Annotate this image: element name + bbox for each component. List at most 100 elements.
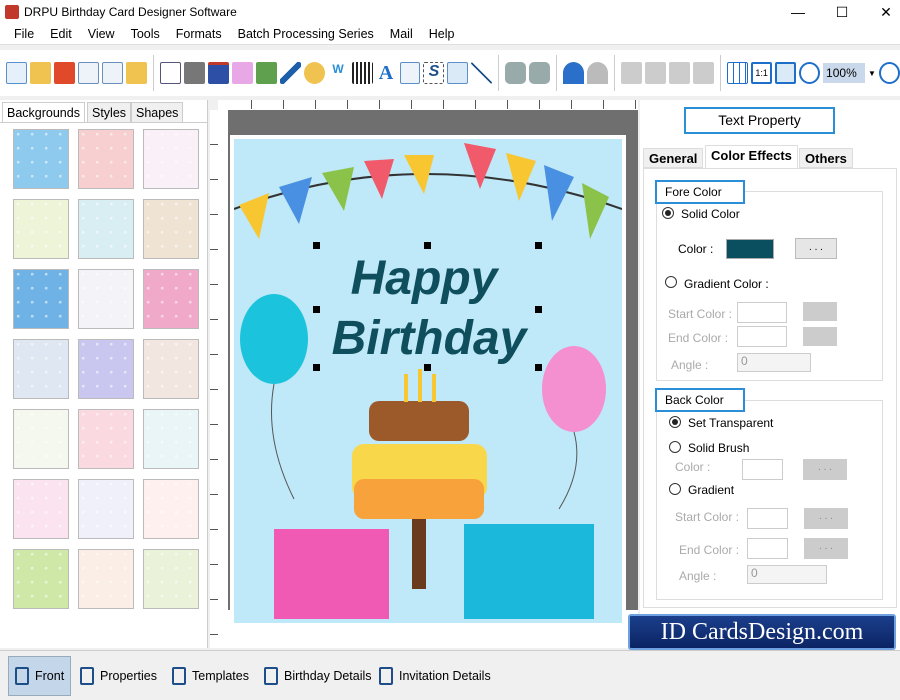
zoom-out-icon[interactable] bbox=[878, 62, 900, 84]
save-icon[interactable] bbox=[77, 62, 99, 84]
tab-shapes[interactable]: Shapes bbox=[131, 102, 184, 123]
fit-window-icon[interactable] bbox=[775, 62, 797, 84]
mail-icon[interactable] bbox=[447, 62, 469, 84]
close-file-icon[interactable] bbox=[53, 62, 75, 84]
background-thumbnail[interactable] bbox=[143, 549, 199, 609]
gradient-color-radio[interactable] bbox=[665, 276, 677, 288]
minimize-button[interactable]: — bbox=[776, 0, 820, 25]
menu-tools[interactable]: Tools bbox=[123, 25, 168, 43]
background-thumbnail[interactable] bbox=[78, 269, 134, 329]
fore-color-swatch[interactable] bbox=[726, 239, 774, 259]
gradient-radio[interactable] bbox=[669, 483, 681, 495]
background-thumbnail[interactable] bbox=[13, 129, 69, 189]
close-button[interactable]: ✕ bbox=[864, 0, 900, 25]
print-preview-icon[interactable] bbox=[159, 62, 181, 84]
background-thumbnail[interactable] bbox=[13, 479, 69, 539]
menu-view[interactable]: View bbox=[80, 25, 123, 43]
watermark-icon[interactable]: W bbox=[328, 62, 349, 84]
background-thumbnail[interactable] bbox=[143, 269, 199, 329]
background-thumbnail[interactable] bbox=[78, 339, 134, 399]
back-color-browse-button[interactable]: . . . bbox=[803, 459, 847, 480]
background-thumbnail[interactable] bbox=[13, 549, 69, 609]
export-icon[interactable] bbox=[125, 62, 147, 84]
back-color-box[interactable] bbox=[742, 459, 783, 480]
copy-icon[interactable] bbox=[645, 62, 667, 84]
batch-print-icon[interactable] bbox=[207, 62, 229, 84]
fore-angle-spinner[interactable]: 0 bbox=[737, 353, 811, 372]
birthday-details-button[interactable]: Birthday Details bbox=[258, 656, 378, 696]
image-icon[interactable] bbox=[255, 62, 277, 84]
back-start-color-box[interactable] bbox=[747, 508, 788, 529]
menu-edit[interactable]: Edit bbox=[42, 25, 80, 43]
back-start-color-button[interactable]: . . . bbox=[804, 508, 848, 529]
grid-icon[interactable] bbox=[727, 62, 749, 84]
menu-formats[interactable]: Formats bbox=[168, 25, 230, 43]
paste-icon[interactable] bbox=[669, 62, 691, 84]
background-thumbnail[interactable] bbox=[143, 199, 199, 259]
text-icon[interactable]: A bbox=[376, 62, 397, 84]
print-icon[interactable] bbox=[183, 62, 205, 84]
invitation-details-button[interactable]: Invitation Details bbox=[373, 656, 497, 696]
menu-help[interactable]: Help bbox=[421, 25, 463, 43]
zoom-select[interactable]: 100% bbox=[823, 63, 865, 83]
back-angle-spinner[interactable]: 0 bbox=[747, 565, 827, 584]
save-as-icon[interactable] bbox=[101, 62, 123, 84]
background-thumbnail[interactable] bbox=[143, 479, 199, 539]
background-thumbnail[interactable] bbox=[13, 409, 69, 469]
templates-button[interactable]: Templates bbox=[166, 656, 255, 696]
set-transparent-radio[interactable] bbox=[669, 416, 681, 428]
shapes-icon[interactable] bbox=[303, 62, 325, 84]
actual-size-icon[interactable]: 1:1 bbox=[751, 62, 773, 84]
database-list-icon[interactable] bbox=[529, 62, 551, 84]
solid-brush-radio[interactable] bbox=[669, 441, 681, 453]
background-thumbnail[interactable] bbox=[143, 339, 199, 399]
barcode-icon[interactable] bbox=[351, 62, 373, 84]
new-icon[interactable] bbox=[6, 62, 27, 84]
open-icon[interactable] bbox=[29, 62, 51, 84]
fore-end-color-box[interactable] bbox=[737, 326, 787, 347]
fore-end-color-button[interactable] bbox=[803, 327, 837, 346]
text-file-icon[interactable] bbox=[399, 62, 421, 84]
delete-icon[interactable] bbox=[693, 62, 715, 84]
menu-file[interactable]: File bbox=[6, 25, 42, 43]
tab-general[interactable]: General bbox=[643, 148, 704, 168]
back-end-color-button[interactable]: . . . bbox=[804, 538, 848, 559]
background-thumbnail[interactable] bbox=[13, 339, 69, 399]
tab-others[interactable]: Others bbox=[799, 148, 853, 168]
background-thumbnail[interactable] bbox=[13, 269, 69, 329]
redo-icon[interactable] bbox=[587, 62, 609, 84]
maximize-button[interactable]: ☐ bbox=[820, 0, 864, 25]
database-icon[interactable] bbox=[505, 62, 527, 84]
background-thumbnail[interactable] bbox=[143, 409, 199, 469]
properties-button[interactable]: Properties bbox=[74, 656, 163, 696]
background-thumbnail[interactable] bbox=[143, 129, 199, 189]
background-thumbnail[interactable] bbox=[78, 479, 134, 539]
fore-start-color-button[interactable] bbox=[803, 302, 837, 321]
pen-icon[interactable] bbox=[279, 62, 301, 84]
tab-backgrounds[interactable]: Backgrounds bbox=[2, 102, 85, 123]
cut-icon[interactable] bbox=[621, 62, 643, 84]
solid-color-radio[interactable] bbox=[662, 207, 674, 219]
background-thumbnail[interactable] bbox=[78, 549, 134, 609]
tab-styles[interactable]: Styles bbox=[87, 102, 132, 123]
back-end-color-box[interactable] bbox=[747, 538, 788, 559]
undo-icon[interactable] bbox=[563, 62, 585, 84]
zoom-in-icon[interactable] bbox=[799, 62, 821, 84]
front-button[interactable]: Front bbox=[8, 656, 72, 696]
line-icon[interactable] bbox=[471, 62, 493, 84]
birthday-card: Happy Birthday bbox=[230, 135, 626, 627]
background-thumbnail[interactable] bbox=[13, 199, 69, 259]
background-thumbnail[interactable] bbox=[78, 199, 134, 259]
gift-icon[interactable] bbox=[231, 62, 253, 84]
fore-start-color-box[interactable] bbox=[737, 302, 787, 323]
tab-color-effects[interactable]: Color Effects bbox=[705, 145, 798, 169]
background-thumbnail[interactable] bbox=[78, 409, 134, 469]
end-color-label: End Color : bbox=[668, 331, 729, 345]
fore-color-browse-button[interactable]: . . . bbox=[795, 238, 837, 259]
background-thumbnail[interactable] bbox=[78, 129, 134, 189]
menu-batch[interactable]: Batch Processing Series bbox=[230, 25, 382, 43]
chevron-down-icon[interactable]: ▼ bbox=[868, 69, 876, 78]
properties-icon bbox=[80, 667, 94, 685]
signature-icon[interactable]: S bbox=[423, 62, 445, 84]
menu-mail[interactable]: Mail bbox=[382, 25, 421, 43]
